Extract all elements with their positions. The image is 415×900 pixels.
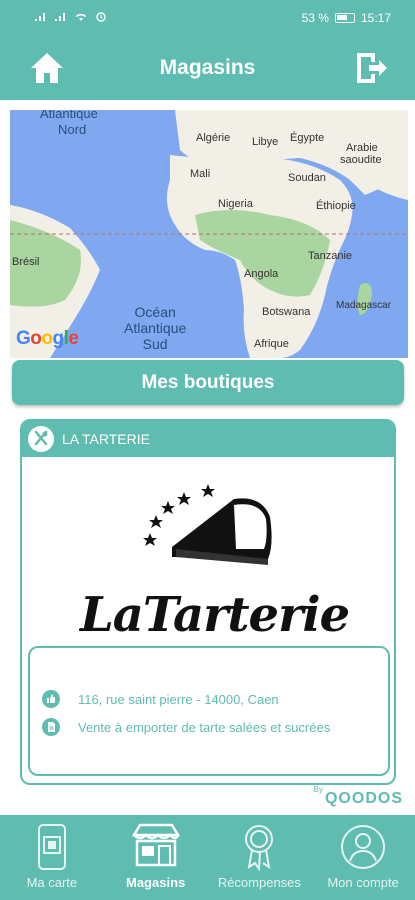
nav-item-account[interactable]: Mon compte	[311, 815, 415, 900]
document-icon	[42, 718, 60, 736]
description-row: Vente à emporter de tarte salées et sucr…	[42, 718, 330, 736]
ocean-label-line: Atlantique	[124, 320, 187, 336]
address-row: 116, rue saint pierre - 14000, Caen	[42, 690, 279, 708]
cutlery-icon	[28, 426, 54, 452]
nav-item-stores[interactable]: Magasins	[104, 815, 208, 900]
map-label: Brésil	[12, 256, 40, 268]
map-label: Libye	[252, 136, 279, 148]
ocean-label-line: Océan	[134, 304, 176, 320]
alarm-icon	[96, 12, 106, 22]
map-label: Nord	[58, 122, 87, 137]
signal-indicators	[34, 11, 108, 22]
map-label: Soudan	[288, 172, 326, 184]
map-label: Éthiopie	[316, 200, 356, 212]
my-shops-button[interactable]: Mes boutiques	[12, 360, 404, 405]
logout-button[interactable]	[353, 50, 389, 86]
map-label: saoudite	[340, 154, 382, 166]
map-label: Égypte	[290, 132, 325, 144]
nav-label: Mon compte	[327, 875, 399, 890]
status-right: 53 % 15:17	[302, 11, 391, 25]
store-logo: LaTarterie	[22, 457, 394, 657]
store-name: LA TARTERIE	[62, 431, 150, 447]
credit-by: By	[313, 785, 323, 794]
map-label: Mali	[190, 168, 211, 180]
map-label: Tanzanie	[308, 250, 353, 262]
account-icon	[341, 825, 386, 869]
nav-label: Ma carte	[26, 875, 78, 890]
signal-icon	[55, 13, 65, 21]
store-logo-text: LaTarterie	[80, 587, 350, 643]
nav-item-rewards[interactable]: Récompenses	[208, 815, 312, 900]
brand-credit: QOODOS	[324, 790, 403, 807]
clock: 15:17	[360, 11, 391, 25]
store-address: 116, rue saint pierre - 14000, Caen	[78, 691, 279, 707]
signal-icon	[35, 13, 45, 21]
store-card-header: LA TARTERIE	[22, 421, 394, 457]
battery-icon	[334, 13, 355, 23]
map-label: Madagascar	[336, 300, 392, 311]
map-label: Botswana	[262, 306, 311, 318]
ocean-label: Océan Atlantique Sud	[124, 304, 186, 352]
battery-percent: 53 %	[301, 11, 329, 25]
store-card[interactable]: LA TARTERIE LaTarterie 116, rue saint pi…	[20, 419, 396, 785]
map-label: Arabie	[346, 142, 378, 154]
store-info-box: 116, rue saint pierre - 14000, Caen Vent…	[28, 646, 390, 776]
map-label: Angola	[244, 268, 279, 280]
map-label: Nigeria	[218, 198, 253, 210]
map-label: Algérie	[196, 132, 231, 144]
ocean-label-line: Sud	[142, 336, 168, 352]
map-label: Atlantique	[40, 110, 98, 121]
nav-label: Magasins	[126, 875, 186, 890]
logout-icon	[357, 53, 387, 83]
store-description: Vente à emporter de tarte salées et sucr…	[78, 719, 331, 735]
wifi-icon	[76, 13, 86, 21]
stores-map[interactable]: Atlantique Nord Algérie Libye Égypte Ara…	[10, 110, 408, 358]
map-label: Afrique	[254, 338, 289, 350]
nav-label: Récompenses	[217, 875, 301, 890]
medal-icon	[245, 825, 274, 871]
bottom-nav: Ma carte Magasins Récompenses Mon compte	[0, 815, 415, 900]
thumbs-up-icon	[42, 690, 60, 708]
app-header: Magasins	[0, 36, 415, 100]
nav-item-my-card[interactable]: Ma carte	[0, 815, 104, 900]
card-icon	[37, 824, 66, 870]
store-icon	[131, 823, 180, 867]
google-logo: Google	[16, 328, 79, 349]
status-bar: 53 % 15:17	[0, 0, 415, 36]
